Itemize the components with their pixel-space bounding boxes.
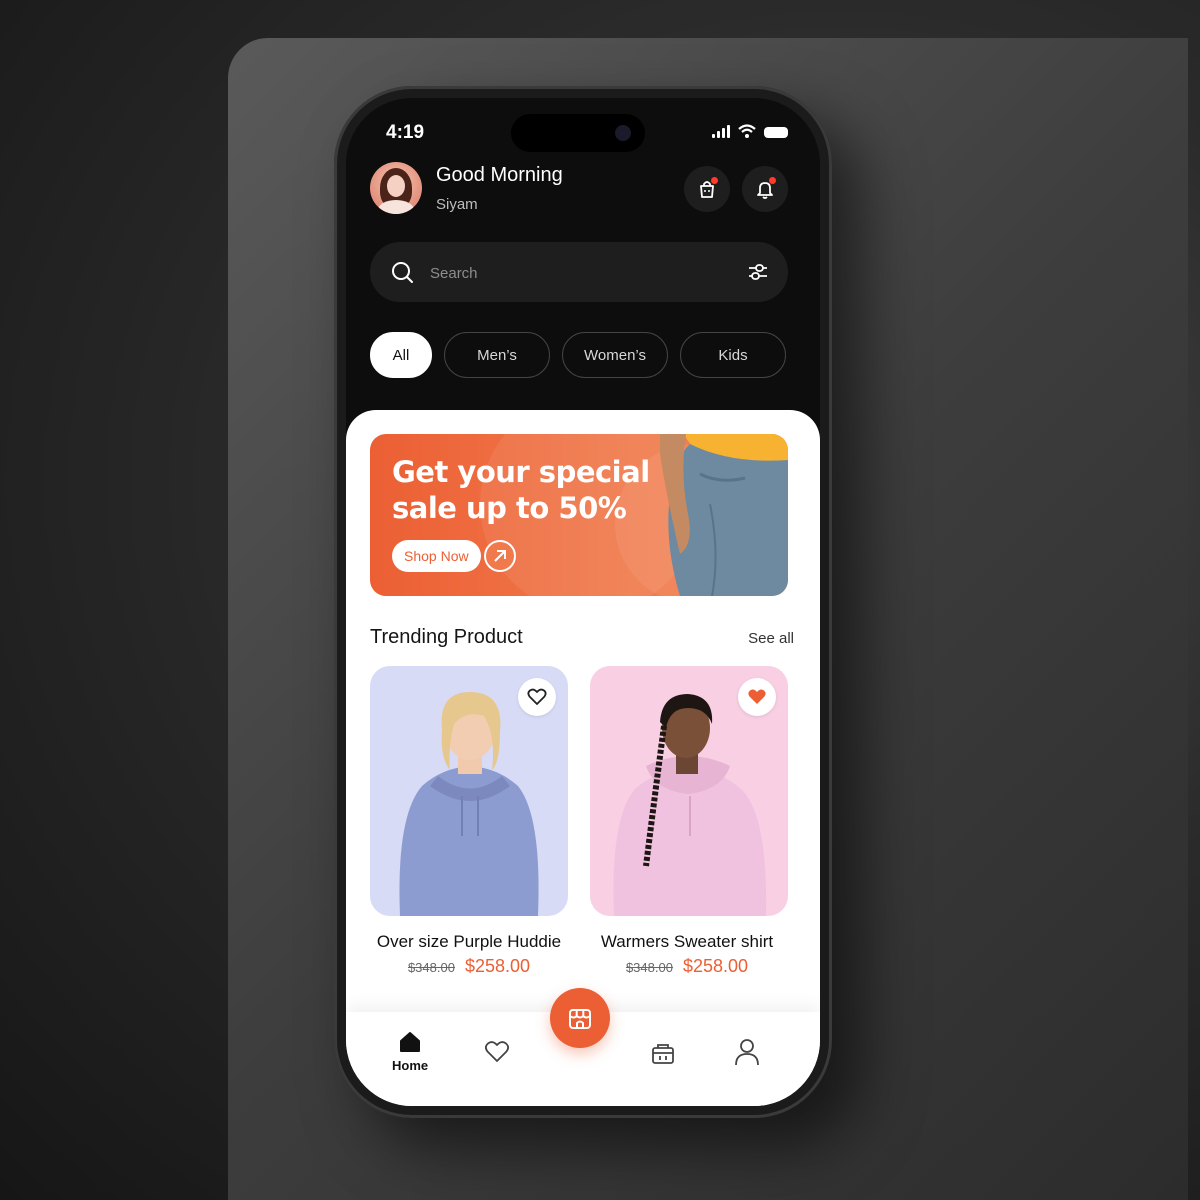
heart-icon bbox=[484, 1041, 510, 1062]
greeting-text: Good Morning bbox=[436, 164, 563, 186]
chip-kids[interactable]: Kids bbox=[680, 332, 786, 378]
banner-title-line2: sale up to 50% bbox=[392, 491, 627, 525]
store-icon bbox=[569, 1009, 591, 1029]
search-bar bbox=[370, 242, 788, 304]
see-all-link[interactable]: See all bbox=[748, 630, 794, 647]
product-price: $348.00 $258.00 bbox=[364, 956, 574, 977]
heart-filled-icon bbox=[748, 689, 766, 704]
nav-profile[interactable] bbox=[734, 1038, 760, 1066]
product-name: Over size Purple Huddie bbox=[376, 932, 562, 951]
notifications-button[interactable] bbox=[742, 166, 788, 212]
banner-title-line1: Get your special bbox=[392, 455, 650, 489]
chip-mens[interactable]: Men’s bbox=[444, 332, 550, 378]
notification-dot bbox=[769, 177, 776, 184]
battery-icon bbox=[764, 127, 788, 138]
signal-icon bbox=[712, 125, 730, 138]
product-card[interactable] bbox=[370, 666, 568, 916]
app-screen: 4:19 Good Morning Siyam Search All Men’s… bbox=[346, 98, 820, 1106]
nav-basket[interactable] bbox=[650, 1040, 676, 1066]
favorite-button[interactable] bbox=[738, 678, 776, 716]
filter-icon[interactable] bbox=[746, 260, 770, 284]
cart-button[interactable] bbox=[684, 166, 730, 212]
favorite-button[interactable] bbox=[518, 678, 556, 716]
nav-home[interactable]: Home bbox=[392, 1030, 428, 1073]
old-price: $348.00 bbox=[407, 960, 455, 975]
old-price: $348.00 bbox=[625, 960, 673, 975]
banner-model-image bbox=[660, 434, 788, 596]
basket-icon bbox=[652, 1044, 674, 1064]
nav-home-label: Home bbox=[392, 1058, 429, 1073]
user-icon bbox=[735, 1039, 759, 1066]
sale-price: $258.00 bbox=[682, 956, 749, 976]
wifi-icon bbox=[738, 124, 756, 138]
dynamic-island bbox=[511, 114, 645, 152]
camera-icon bbox=[615, 125, 631, 141]
product-price: $348.00 $258.00 bbox=[582, 956, 792, 977]
shop-now-button[interactable]: Shop Now bbox=[392, 540, 481, 572]
sale-price: $258.00 bbox=[464, 956, 531, 976]
product-name: Warmers Sweater shirt bbox=[600, 932, 774, 951]
search-input[interactable] bbox=[428, 242, 732, 304]
arrow-up-right-icon[interactable] bbox=[484, 540, 516, 572]
section-title: Trending Product bbox=[370, 626, 523, 648]
category-chips: All Men’s Women’s Kids bbox=[370, 332, 786, 378]
heart-outline-icon bbox=[527, 688, 547, 705]
content-sheet: Get your special sale up to 50% Shop Now… bbox=[346, 410, 820, 1106]
status-time: 4:19 bbox=[386, 122, 425, 143]
avatar[interactable] bbox=[370, 162, 422, 214]
username-text: Siyam bbox=[436, 196, 478, 213]
banner-title: Get your special sale up to 50% bbox=[392, 454, 652, 526]
nav-favorites[interactable] bbox=[484, 1040, 510, 1064]
chip-all[interactable]: All bbox=[370, 332, 432, 378]
promo-banner[interactable]: Get your special sale up to 50% Shop Now bbox=[370, 434, 788, 596]
notification-dot bbox=[711, 177, 718, 184]
home-icon bbox=[400, 1032, 421, 1052]
store-button[interactable] bbox=[550, 988, 610, 1048]
chip-womens[interactable]: Women’s bbox=[562, 332, 668, 378]
status-icons bbox=[712, 124, 788, 138]
search-icon bbox=[392, 262, 413, 283]
product-card[interactable] bbox=[590, 666, 788, 916]
